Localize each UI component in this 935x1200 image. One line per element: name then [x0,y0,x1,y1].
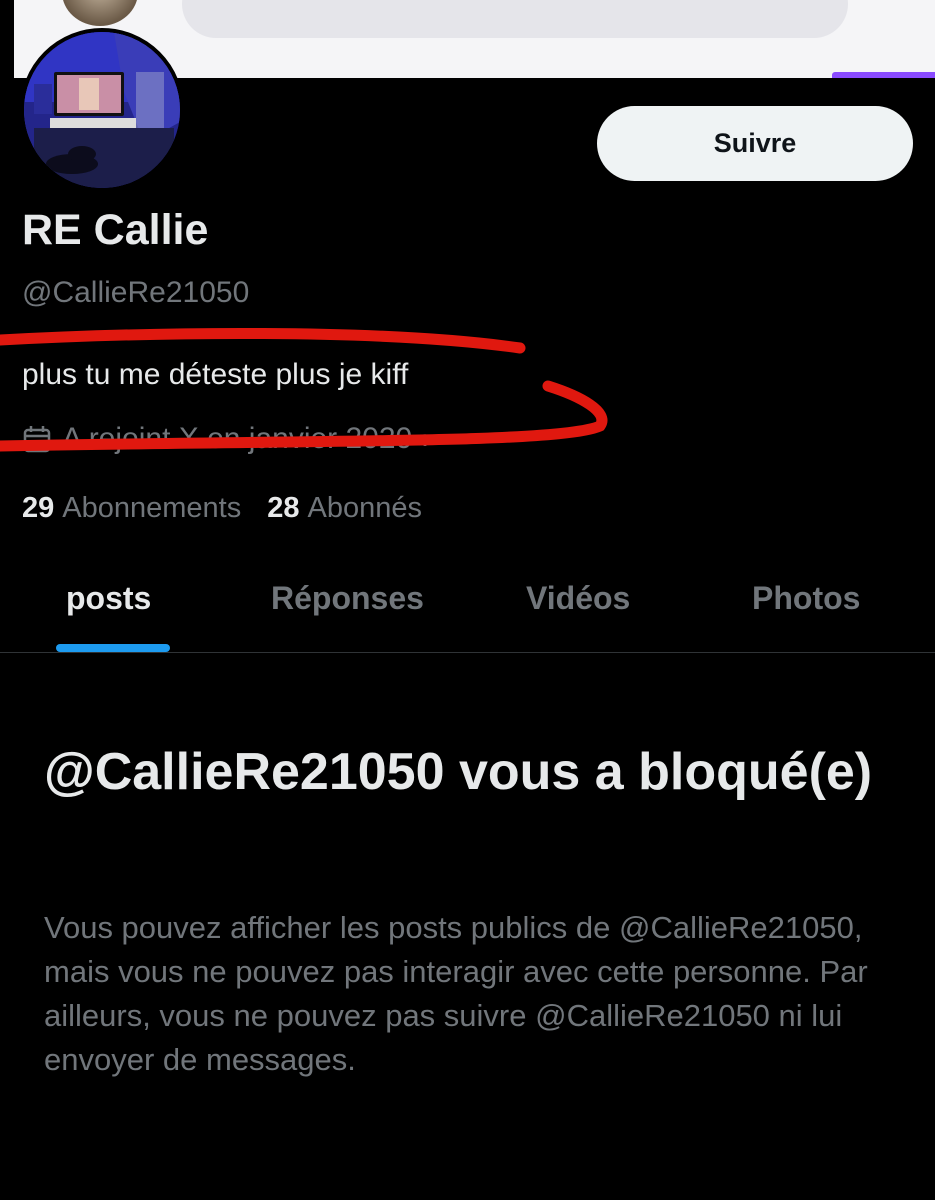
tab-replies[interactable]: Réponses [271,580,424,617]
blocked-message: Vous pouvez afficher les posts publics d… [44,910,868,1077]
followers-stat[interactable]: 28 Abonnés [267,492,422,525]
calendar-icon [23,426,51,453]
display-name: RE Callie [22,206,209,254]
profile-bio: plus tu me déteste plus je kiff [22,358,409,391]
joined-date: A rejoint X en janvier 2020 › [22,422,432,456]
avatar[interactable] [20,28,184,192]
active-tab-indicator [56,644,170,652]
follow-button[interactable]: Suivre [597,106,913,181]
top-search-pill[interactable] [182,0,848,38]
top-purple-accent [832,72,935,78]
followers-label: Abonnés [307,492,423,524]
avatar-photo-icon [24,32,180,188]
tab-videos[interactable]: Vidéos [526,580,630,617]
profile-tabs: posts Réponses Vidéos Photos [0,560,935,653]
tab-posts[interactable]: posts [66,580,151,617]
following-stat[interactable]: 29 Abonnements [22,492,241,525]
joined-text: A rejoint X en janvier 2020 [62,422,413,455]
follow-stats: 29 Abonnements 28 Abonnés [22,492,422,525]
following-label: Abonnements [62,492,242,524]
blocked-title: @CallieRe21050 vous a bloqué(e) [44,743,873,801]
following-count: 29 [22,492,55,524]
chevron-right-icon: › [422,422,433,455]
profile-handle: @CallieRe21050 [22,276,250,309]
followers-count: 28 [267,492,300,524]
top-bar-edge [0,0,14,78]
top-mini-avatar [62,0,138,26]
tab-photos[interactable]: Photos [752,580,860,617]
